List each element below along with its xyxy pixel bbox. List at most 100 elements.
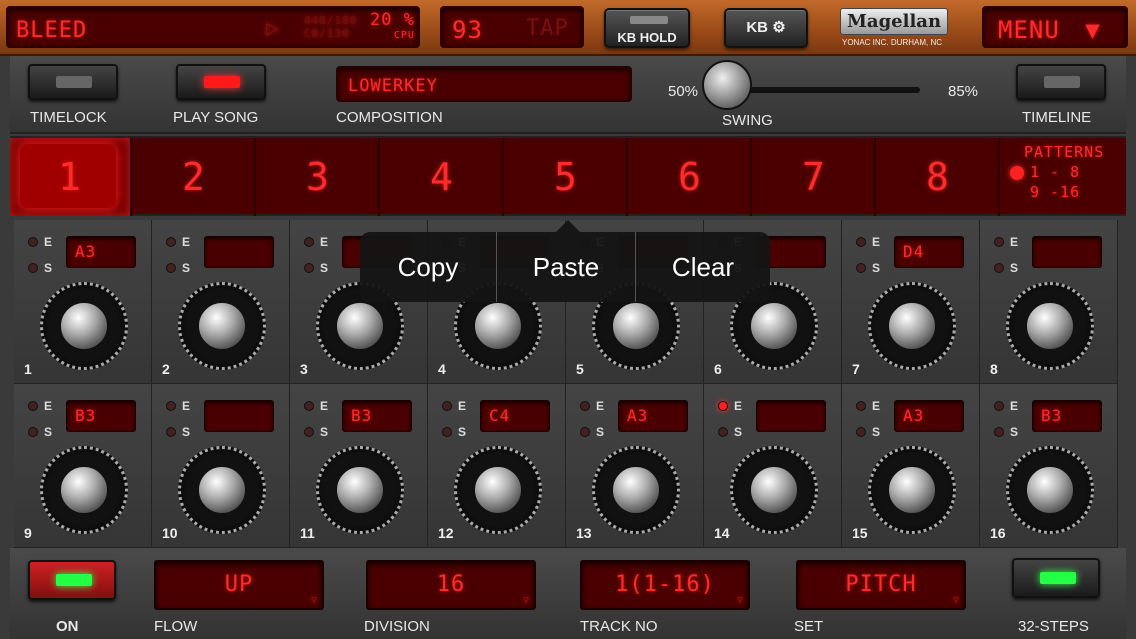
step-knob[interactable] bbox=[730, 446, 818, 534]
menu-text: MENU bbox=[998, 16, 1060, 44]
kb-hold-button[interactable]: KB HOLD bbox=[604, 8, 690, 48]
step-cell[interactable]: E S C4 12 bbox=[428, 384, 566, 548]
flow-selector[interactable]: UP ▽ bbox=[154, 560, 324, 610]
e-led[interactable] bbox=[304, 401, 314, 411]
step-cell[interactable]: E S A3 1 bbox=[14, 220, 152, 384]
bank-9-16[interactable]: 9 -16 bbox=[1010, 182, 1124, 202]
e-led[interactable] bbox=[856, 237, 866, 247]
s-led[interactable] bbox=[856, 263, 866, 273]
s-led[interactable] bbox=[304, 263, 314, 273]
32-steps-toggle[interactable] bbox=[1012, 558, 1100, 598]
s-led[interactable] bbox=[580, 427, 590, 437]
play-song-toggle[interactable] bbox=[176, 64, 266, 100]
paste-menu-item[interactable]: Paste bbox=[497, 232, 635, 302]
note-display[interactable]: A3 bbox=[894, 400, 964, 432]
e-led[interactable] bbox=[442, 401, 452, 411]
bank-range-2: 9 -16 bbox=[1030, 183, 1081, 201]
note-display[interactable]: A3 bbox=[66, 236, 136, 268]
note-display[interactable] bbox=[1032, 236, 1102, 268]
step-knob[interactable] bbox=[316, 446, 404, 534]
e-led[interactable] bbox=[304, 237, 314, 247]
step-cell[interactable]: ES 8 bbox=[980, 220, 1118, 384]
s-led[interactable] bbox=[994, 427, 1004, 437]
menu-button[interactable]: MENU ▼ bbox=[982, 6, 1128, 48]
e-led[interactable] bbox=[718, 401, 728, 411]
timeline-toggle[interactable] bbox=[1016, 64, 1106, 100]
step-cell[interactable]: E S A3 13 bbox=[566, 384, 704, 548]
pattern-button-7[interactable]: 7 bbox=[754, 138, 876, 216]
note-display[interactable]: B3 bbox=[66, 400, 136, 432]
pattern-bank-panel[interactable]: PATTERNS 1 - 8 9 -16 bbox=[1010, 142, 1124, 214]
step-cell[interactable]: E S 14 bbox=[704, 384, 842, 548]
step-knob[interactable] bbox=[592, 446, 680, 534]
track-selector[interactable]: 1(1-16) ▽ bbox=[580, 560, 750, 610]
on-toggle[interactable] bbox=[28, 560, 116, 600]
step-knob[interactable] bbox=[1006, 282, 1094, 370]
pattern-button-1[interactable]: 1 bbox=[10, 138, 132, 216]
division-selector[interactable]: 16 ▽ bbox=[366, 560, 536, 610]
pattern-button-5[interactable]: 5 bbox=[506, 138, 628, 216]
step-cell[interactable]: E S D4 7 bbox=[842, 220, 980, 384]
step-knob[interactable] bbox=[868, 282, 956, 370]
step-knob[interactable] bbox=[1006, 446, 1094, 534]
tempo-display[interactable]: 93 TAP bbox=[440, 6, 584, 48]
e-led[interactable] bbox=[166, 237, 176, 247]
s-led[interactable] bbox=[856, 427, 866, 437]
note-display[interactable] bbox=[204, 236, 274, 268]
note-display[interactable]: B3 bbox=[1032, 400, 1102, 432]
step-knob[interactable] bbox=[868, 446, 956, 534]
s-led[interactable] bbox=[994, 263, 1004, 273]
e-led[interactable] bbox=[580, 401, 590, 411]
pattern-button-3[interactable]: 3 bbox=[258, 138, 380, 216]
composition-label: COMPOSITION bbox=[336, 109, 443, 126]
e-led[interactable] bbox=[994, 401, 1004, 411]
s-led[interactable] bbox=[304, 427, 314, 437]
swing-slider-knob[interactable] bbox=[702, 60, 752, 110]
set-selector[interactable]: PITCH ▽ bbox=[796, 560, 966, 610]
step-cell[interactable]: E S B3 11 bbox=[290, 384, 428, 548]
e-led[interactable] bbox=[994, 237, 1004, 247]
timelock-toggle[interactable] bbox=[28, 64, 118, 100]
s-led[interactable] bbox=[442, 427, 452, 437]
preset-display[interactable]: BLEED ▷ 448/180 CB/130 20 % CPU bbox=[6, 6, 420, 48]
pattern-button-6[interactable]: 6 bbox=[630, 138, 752, 216]
note-display[interactable]: D4 bbox=[894, 236, 964, 268]
note-display[interactable] bbox=[756, 400, 826, 432]
bank-1-8[interactable]: 1 - 8 bbox=[1010, 162, 1124, 182]
pattern-button-4[interactable]: 4 bbox=[382, 138, 504, 216]
s-led[interactable] bbox=[166, 263, 176, 273]
s-led[interactable] bbox=[718, 427, 728, 437]
step-knob[interactable] bbox=[454, 446, 542, 534]
step-cell[interactable]: E S B3 16 bbox=[980, 384, 1118, 548]
note-display[interactable] bbox=[204, 400, 274, 432]
32-steps-lamp bbox=[1040, 572, 1076, 584]
step-knob[interactable] bbox=[40, 446, 128, 534]
step-knob[interactable] bbox=[40, 282, 128, 370]
note-display[interactable]: A3 bbox=[618, 400, 688, 432]
note-display[interactable]: B3 bbox=[342, 400, 412, 432]
clear-menu-item[interactable]: Clear bbox=[636, 232, 770, 302]
composition-display[interactable]: LOWERKEY bbox=[336, 66, 632, 102]
knob-cap bbox=[473, 465, 523, 515]
note-display[interactable]: C4 bbox=[480, 400, 550, 432]
pattern-button-2[interactable]: 2 bbox=[134, 138, 256, 216]
step-cell[interactable]: E S A3 15 bbox=[842, 384, 980, 548]
e-led[interactable] bbox=[166, 401, 176, 411]
copy-menu-item[interactable]: Copy bbox=[360, 232, 496, 302]
play-icon[interactable]: ▷ bbox=[266, 16, 280, 41]
s-led[interactable] bbox=[28, 263, 38, 273]
keyboard-settings-button[interactable]: KB ⚙ bbox=[724, 8, 808, 48]
e-led[interactable] bbox=[28, 401, 38, 411]
step-cell[interactable]: ES 2 bbox=[152, 220, 290, 384]
step-knob[interactable] bbox=[178, 282, 266, 370]
e-led[interactable] bbox=[856, 401, 866, 411]
s-led[interactable] bbox=[166, 427, 176, 437]
step-cell[interactable]: E S 10 bbox=[152, 384, 290, 548]
pattern-button-8[interactable]: 8 bbox=[878, 138, 1000, 216]
swing-slider-track[interactable] bbox=[730, 87, 920, 93]
e-led[interactable] bbox=[28, 237, 38, 247]
s-led[interactable] bbox=[28, 427, 38, 437]
step-knob[interactable] bbox=[178, 446, 266, 534]
step-cell[interactable]: E S B3 9 bbox=[14, 384, 152, 548]
tap-button[interactable]: TAP bbox=[526, 16, 569, 41]
